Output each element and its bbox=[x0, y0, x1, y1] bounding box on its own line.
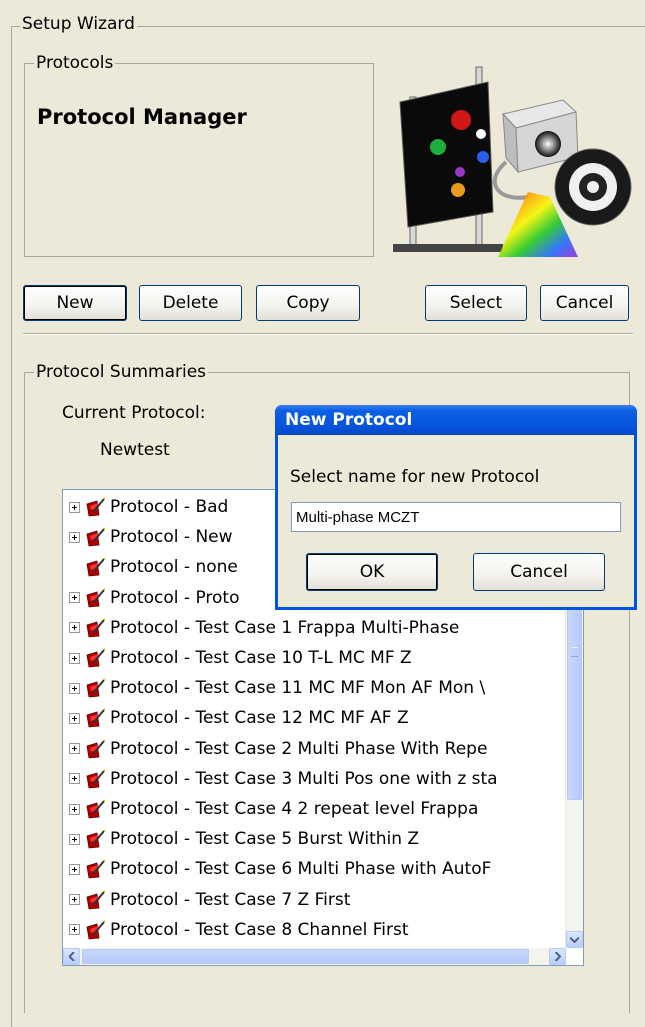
chevron-down-icon bbox=[570, 936, 579, 943]
tree-item[interactable]: Protocol - New bbox=[63, 524, 233, 550]
protocol-pen-icon bbox=[86, 769, 106, 789]
expand-plus-icon[interactable] bbox=[69, 894, 80, 906]
protocol-pen-icon bbox=[86, 587, 106, 608]
horizontal-scrollbar[interactable] bbox=[63, 948, 566, 965]
tree-item-label: Protocol - Test Case 7 Z First bbox=[110, 889, 351, 910]
separator bbox=[23, 333, 633, 335]
page-title: Protocol Manager bbox=[37, 105, 247, 129]
tree-item[interactable]: Protocol - Test Case 8 Channel First bbox=[63, 917, 409, 943]
expand-plus-icon[interactable] bbox=[69, 652, 80, 664]
protocol-pen-icon bbox=[86, 738, 106, 759]
expand-plus-icon[interactable] bbox=[69, 773, 80, 785]
current-protocol-label: Current Protocol: bbox=[62, 403, 206, 423]
expand-plus-icon[interactable] bbox=[69, 592, 80, 604]
expand-plus-icon[interactable] bbox=[69, 682, 80, 694]
tree-item[interactable]: Protocol - Test Case 10 T-L MC MF Z bbox=[63, 645, 412, 671]
tree-item[interactable]: Protocol - Test Case 7 Z First bbox=[63, 887, 350, 913]
tree-item-label: Protocol - Test Case 6 Multi Phase with … bbox=[110, 859, 492, 880]
protocol-pen-icon bbox=[86, 497, 106, 517]
tree-item-label: Protocol - none bbox=[110, 557, 238, 578]
tree-item[interactable]: Protocol - none bbox=[63, 554, 238, 580]
cancel-button[interactable]: Cancel bbox=[540, 285, 629, 321]
tree-item-label: Protocol - Proto bbox=[110, 587, 240, 608]
protocol-name-input[interactable] bbox=[291, 502, 621, 532]
tree-item[interactable]: Protocol - Test Case 3 Multi Pos one wit… bbox=[63, 766, 498, 792]
tree-item-label: Protocol - Test Case 1 Frappa Multi-Phas… bbox=[110, 617, 460, 638]
dialog-prompt: Select name for new Protocol bbox=[290, 467, 540, 487]
tree-item-label: Protocol - Test Case 12 MC MF AF Z bbox=[110, 708, 409, 729]
protocol-pen-icon bbox=[86, 920, 106, 940]
tree-item[interactable]: Protocol - Test Case 6 Multi Phase with … bbox=[63, 856, 491, 882]
microscope-illustration bbox=[393, 66, 632, 257]
protocol-pen-icon bbox=[86, 889, 106, 910]
protocol-pen-icon bbox=[86, 527, 106, 547]
protocol-pen-icon bbox=[86, 708, 106, 728]
tree-item-label: Protocol - Test Case 4 2 repeat level Fr… bbox=[110, 799, 479, 819]
tree-item[interactable]: Protocol - Proto bbox=[63, 585, 239, 611]
tree-item-label: Protocol - Bad bbox=[110, 497, 229, 517]
expand-plus-icon[interactable] bbox=[69, 833, 80, 845]
tree-item[interactable]: Protocol - Test Case 12 MC MF AF Z bbox=[63, 705, 409, 731]
protocol-pen-icon bbox=[86, 829, 106, 849]
protocol-pen-icon bbox=[86, 648, 106, 668]
copy-button[interactable]: Copy bbox=[256, 285, 360, 321]
select-button[interactable]: Select bbox=[425, 285, 527, 321]
expand-plus-icon[interactable] bbox=[69, 622, 80, 634]
expand-plus-icon[interactable] bbox=[69, 531, 80, 543]
tree-item[interactable]: Protocol - Test Case 4 2 repeat level Fr… bbox=[63, 796, 478, 822]
tree-item[interactable]: Protocol - Test Case 5 Burst Within Z bbox=[63, 826, 419, 852]
protocol-summaries-title: Protocol Summaries bbox=[34, 362, 209, 382]
tree-item-label: Protocol - Test Case 8 Channel First bbox=[110, 919, 409, 940]
dialog-ok-button[interactable]: OK bbox=[306, 553, 438, 591]
delete-button[interactable]: Delete bbox=[139, 285, 242, 321]
tree-item[interactable]: Protocol - Bad bbox=[63, 494, 228, 520]
tree-item-label: Protocol - Test Case 3 Multi Pos one wit… bbox=[110, 768, 498, 789]
expand-plus-icon[interactable] bbox=[69, 863, 80, 875]
protocol-pen-icon bbox=[86, 618, 106, 638]
protocol-pen-icon bbox=[86, 678, 106, 698]
expand-plus-icon[interactable] bbox=[69, 501, 80, 513]
expand-plus-icon[interactable] bbox=[69, 803, 80, 815]
chevron-right-icon bbox=[554, 952, 561, 961]
expand-plus-icon[interactable] bbox=[69, 743, 80, 755]
protocols-group-title: Protocols bbox=[34, 53, 116, 73]
tree-item-label: Protocol - Test Case 10 T-L MC MF Z bbox=[110, 648, 412, 668]
dialog-cancel-button[interactable]: Cancel bbox=[473, 553, 605, 591]
protocol-pen-icon bbox=[86, 859, 106, 879]
tree-item-label: Protocol - Test Case 5 Burst Within Z bbox=[110, 829, 420, 850]
setup-wizard-title: Setup Wizard bbox=[20, 14, 137, 34]
protocol-pen-icon bbox=[86, 557, 106, 577]
expand-plus-icon[interactable] bbox=[69, 712, 80, 724]
tree-item-label: Protocol - Test Case 2 Multi Phase With … bbox=[110, 738, 488, 759]
tree-item-label: Protocol - New bbox=[110, 527, 233, 548]
protocol-pen-icon bbox=[86, 799, 106, 819]
tree-item[interactable]: Protocol - Test Case 11 MC MF Mon AF Mon… bbox=[63, 675, 485, 701]
dialog-title: New Protocol bbox=[275, 405, 637, 435]
tree-item[interactable]: Protocol - Test Case 1 Frappa Multi-Phas… bbox=[63, 615, 459, 641]
horizontal-scroll-thumb[interactable] bbox=[82, 949, 529, 964]
protocols-group bbox=[24, 63, 374, 257]
scroll-left-button[interactable] bbox=[63, 948, 80, 965]
expand-plus-icon[interactable] bbox=[69, 924, 80, 936]
tree-item-label: Protocol - Test Case 11 MC MF Mon AF Mon… bbox=[110, 678, 486, 699]
scroll-down-button[interactable] bbox=[566, 931, 583, 948]
chevron-left-icon bbox=[68, 952, 75, 961]
new-protocol-dialog: New Protocol Select name for new Protoco… bbox=[275, 405, 637, 610]
current-protocol-value: Newtest bbox=[100, 440, 170, 460]
new-button[interactable]: New bbox=[23, 285, 127, 321]
tree-item[interactable]: Protocol - Test Case 2 Multi Phase With … bbox=[63, 736, 487, 762]
scroll-right-button[interactable] bbox=[549, 948, 566, 965]
